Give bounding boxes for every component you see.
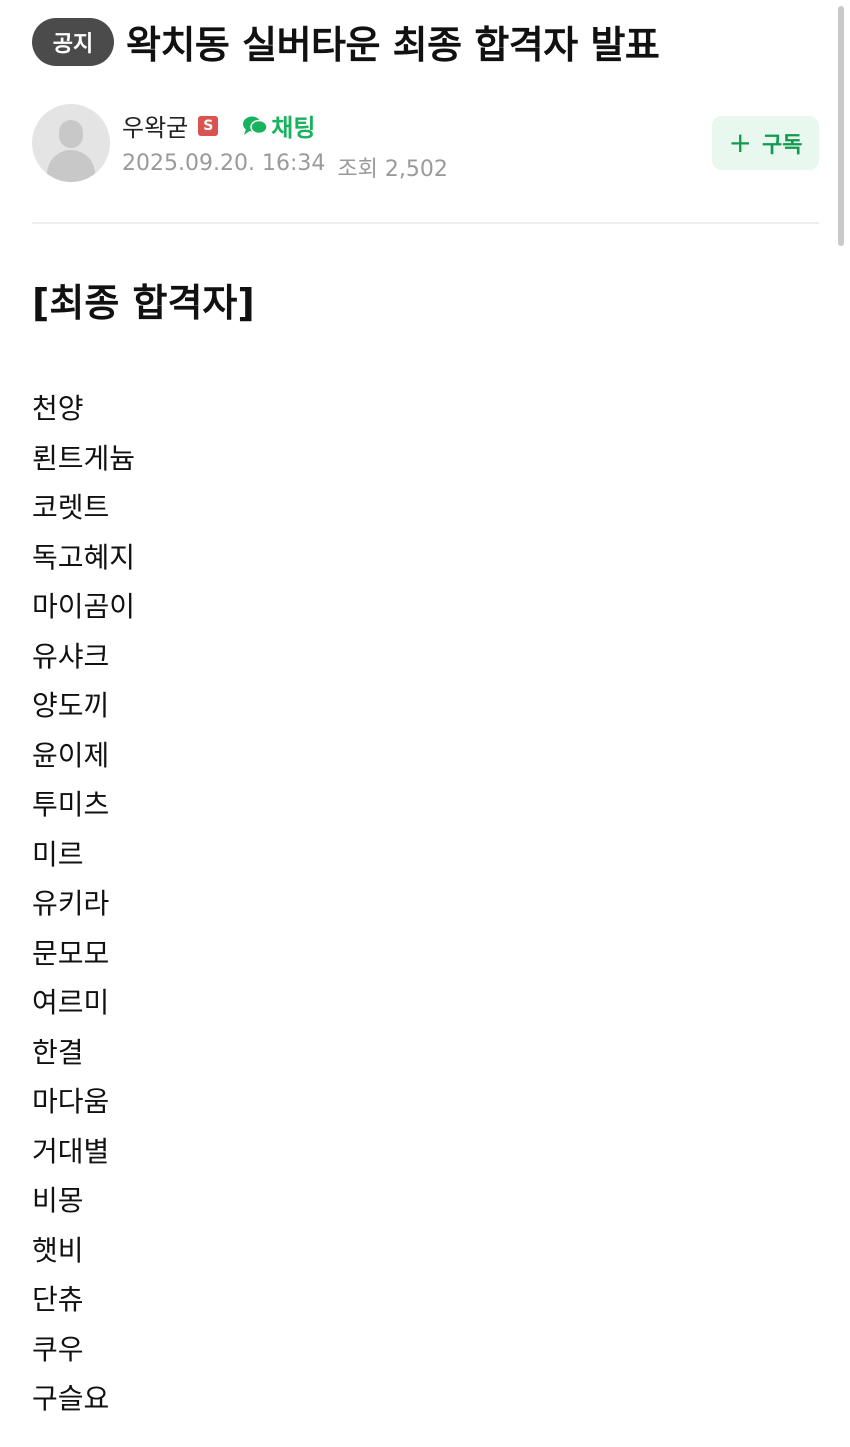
avatar[interactable]: [32, 104, 110, 182]
author-row: 우왁굳 S 채팅 2025.09.20. 16:34 조회 2,502: [32, 104, 448, 183]
avatar-head-shape: [59, 120, 83, 148]
section-heading: [최종 합격자]: [32, 281, 255, 325]
name-line: 우왁굳 S 채팅: [122, 108, 448, 143]
header-divider: [32, 222, 819, 224]
list-item: 햇비: [32, 1233, 84, 1267]
view-count: 조회 2,502: [337, 157, 448, 182]
list-item: 문모모: [32, 936, 110, 970]
list-item: 여르미: [32, 986, 110, 1019]
post-page: 공지 왁치동 실버타운 최종 합격자 발표 우왁굳 S 채팅 2025.09.2…: [0, 0, 850, 1447]
list-item: 유키라: [32, 887, 110, 920]
notice-badge: 공지: [32, 17, 114, 66]
list-item: 구슬요: [32, 1382, 110, 1415]
list-item: 뢴트게늄: [32, 441, 136, 475]
list-item: 코렛트: [32, 491, 110, 524]
list-item: 비몽: [32, 1184, 84, 1217]
list-item: 천양: [32, 392, 84, 425]
post-title: 왁치동 실버타운 최종 합격자 발표: [126, 23, 660, 67]
chat-button[interactable]: 채팅: [242, 108, 315, 143]
list-item: 미르: [32, 837, 84, 871]
list-item: 한결: [32, 1035, 84, 1069]
list-item: 마다움: [32, 1085, 110, 1118]
list-item: 윤이제: [32, 738, 110, 772]
plus-icon: +: [728, 126, 752, 159]
list-item: 마이곰이: [32, 590, 136, 623]
list-item: 유샤크: [32, 639, 110, 673]
scrollbar[interactable]: [838, 6, 844, 246]
author-name[interactable]: 우왁굳: [122, 108, 188, 143]
list-item: 양도끼: [32, 689, 110, 722]
list-item: 독고혜지: [32, 540, 136, 574]
staff-badge-icon: S: [198, 115, 219, 136]
chat-label: 채팅: [271, 114, 316, 142]
avatar-body-shape: [47, 150, 95, 182]
list-item: 투미츠: [32, 788, 110, 821]
subscribe-label: 구독: [761, 133, 803, 158]
winner-list: 천양 뢴트게늄 코렛트 독고혜지 마이곰이 유샤크 양도끼 윤이제 투미츠 미르…: [32, 384, 135, 1424]
list-item: 단츄: [32, 1283, 84, 1316]
chat-bubble-icon: [243, 116, 268, 135]
post-meta: 2025.09.20. 16:34 조회 2,502: [122, 151, 448, 183]
subscribe-button[interactable]: + 구독: [712, 116, 819, 170]
author-info: 우왁굳 S 채팅 2025.09.20. 16:34 조회 2,502: [122, 104, 448, 183]
post-date: 2025.09.20. 16:34: [122, 151, 326, 176]
list-item: 거대별: [32, 1134, 110, 1168]
list-item: 쿠우: [32, 1332, 84, 1366]
title-row: 공지 왁치동 실버타운 최종 합격자 발표: [32, 14, 660, 69]
